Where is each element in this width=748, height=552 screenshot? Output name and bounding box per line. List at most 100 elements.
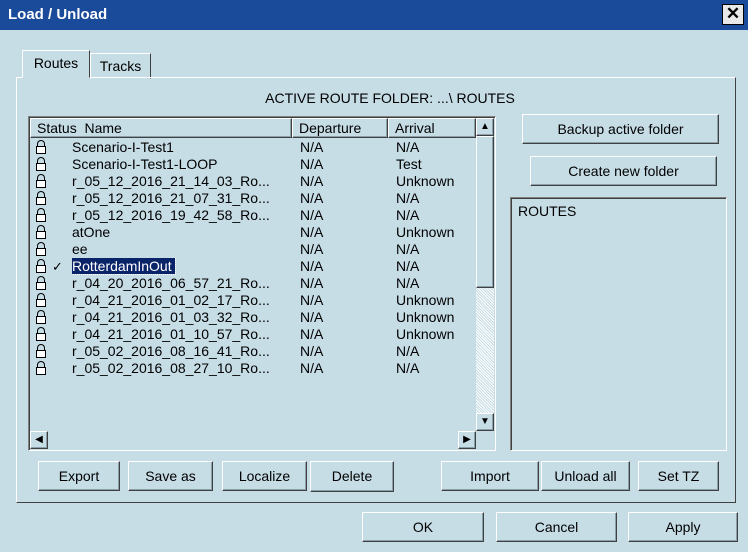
scroll-thumb[interactable] <box>476 136 494 288</box>
lock-icon <box>36 344 46 358</box>
lock-icon <box>36 225 46 239</box>
route-name: Scenario-I-Test1-LOOP <box>72 156 218 172</box>
route-departure: N/A <box>300 156 324 172</box>
route-arrival: N/A <box>396 360 420 376</box>
route-arrival: Unknown <box>396 326 455 342</box>
vertical-scrollbar[interactable]: ▲ ▼ <box>476 118 494 431</box>
route-departure: N/A <box>300 326 324 342</box>
route-name: r_05_12_2016_21_07_31_Ro... <box>72 190 270 206</box>
route-departure: N/A <box>300 258 324 274</box>
route-name: Scenario-I-Test1 <box>72 139 174 155</box>
save-as-button[interactable]: Save as <box>128 461 213 491</box>
folder-item-routes[interactable]: ROUTES <box>518 203 576 219</box>
column-header-departure[interactable]: Departure <box>292 118 388 138</box>
horizontal-scroll-track[interactable] <box>48 431 458 449</box>
create-folder-button[interactable]: Create new folder <box>530 156 717 186</box>
lock-icon <box>36 259 46 273</box>
table-row[interactable]: r_05_02_2016_08_27_10_Ro... N/A N/A <box>30 360 476 377</box>
table-row[interactable]: r_05_12_2016_19_42_58_Ro... N/A N/A <box>30 207 476 224</box>
arrow-up-icon: ▲ <box>480 121 490 132</box>
route-name: r_05_12_2016_21_14_03_Ro... <box>72 173 270 189</box>
localize-button[interactable]: Localize <box>222 461 307 491</box>
table-row[interactable]: Scenario-I-Test1-LOOP N/A Test <box>30 156 476 173</box>
cancel-button[interactable]: Cancel <box>496 512 617 542</box>
window-title: Load / Unload <box>8 6 108 23</box>
scroll-left-button[interactable]: ◀ <box>30 431 48 449</box>
column-name-label: Name <box>84 120 122 136</box>
arrow-left-icon: ◀ <box>35 434 43 445</box>
route-arrival: N/A <box>396 275 420 291</box>
horizontal-scrollbar[interactable]: ◀ ▶ <box>30 431 476 449</box>
export-button[interactable]: Export <box>38 461 120 491</box>
import-button[interactable]: Import <box>441 461 539 491</box>
table-row[interactable]: r_04_21_2016_01_03_32_Ro... N/A Unknown <box>30 309 476 326</box>
route-name: atOne <box>72 224 111 240</box>
column-departure-label: Departure <box>299 120 362 136</box>
route-name: r_04_21_2016_01_02_17_Ro... <box>72 292 270 308</box>
route-arrival: N/A <box>396 343 420 359</box>
route-arrival: N/A <box>396 190 420 206</box>
tab-tracks-label: Tracks <box>99 58 142 74</box>
table-row[interactable]: ee N/A N/A <box>30 241 476 258</box>
arrow-down-icon: ▼ <box>480 416 490 427</box>
route-name: r_05_02_2016_08_27_10_Ro... <box>72 360 270 376</box>
route-departure: N/A <box>300 139 324 155</box>
route-departure: N/A <box>300 343 324 359</box>
checkmark-icon[interactable]: ✓ <box>52 258 63 275</box>
route-arrival: Unknown <box>396 224 455 240</box>
route-departure: N/A <box>300 173 324 189</box>
title-bar: Load / Unload <box>0 0 748 30</box>
tab-tracks[interactable]: Tracks <box>90 53 151 79</box>
route-arrival: Unknown <box>396 309 455 325</box>
route-arrival: N/A <box>396 258 420 274</box>
ok-button[interactable]: OK <box>362 512 484 542</box>
set-tz-button[interactable]: Set TZ <box>638 461 719 491</box>
lock-icon <box>36 310 46 324</box>
import-label: Import <box>470 468 510 484</box>
scroll-right-button[interactable]: ▶ <box>458 431 476 449</box>
tab-routes[interactable]: Routes <box>22 50 90 78</box>
table-row[interactable]: r_05_12_2016_21_07_31_Ro... N/A N/A <box>30 190 476 207</box>
table-row[interactable]: atOne N/A Unknown <box>30 224 476 241</box>
column-header-name[interactable]: Status Name <box>30 118 292 138</box>
table-row[interactable]: r_04_20_2016_06_57_21_Ro... N/A N/A <box>30 275 476 292</box>
lock-icon <box>36 208 46 222</box>
active-folder-label: ACTIVE ROUTE FOLDER: ...\ ROUTES <box>265 90 515 106</box>
backup-folder-button[interactable]: Backup active folder <box>522 114 719 144</box>
route-departure: N/A <box>300 207 324 223</box>
unload-all-button[interactable]: Unload all <box>541 461 630 491</box>
tab-routes-label: Routes <box>33 55 79 71</box>
route-departure: N/A <box>300 360 324 376</box>
column-status-label: Status <box>37 120 77 136</box>
lock-icon <box>36 157 46 171</box>
route-departure: N/A <box>300 224 324 240</box>
folder-list[interactable] <box>510 197 727 451</box>
lock-icon <box>36 293 46 307</box>
apply-button[interactable]: Apply <box>628 512 738 542</box>
lock-icon <box>36 327 46 341</box>
route-arrival: Unknown <box>396 292 455 308</box>
close-icon: ✕ <box>725 4 741 23</box>
lock-icon <box>36 242 46 256</box>
table-row[interactable]: r_04_21_2016_01_10_57_Ro... N/A Unknown <box>30 326 476 343</box>
scrollbar-corner <box>476 431 494 449</box>
scroll-down-button[interactable]: ▼ <box>476 413 494 431</box>
lock-icon <box>36 174 46 188</box>
route-departure: N/A <box>300 241 324 257</box>
table-row[interactable]: r_05_12_2016_21_14_03_Ro... N/A Unknown <box>30 173 476 190</box>
route-name: r_04_21_2016_01_03_32_Ro... <box>72 309 270 325</box>
column-header-arrival[interactable]: Arrival <box>388 118 476 138</box>
route-arrival: Test <box>396 156 422 172</box>
route-name: r_04_20_2016_06_57_21_Ro... <box>72 275 270 291</box>
close-button[interactable]: ✕ <box>722 4 744 25</box>
table-row[interactable]: r_04_21_2016_01_02_17_Ro... N/A Unknown <box>30 292 476 309</box>
delete-label: Delete <box>331 468 373 484</box>
backup-folder-label: Backup active folder <box>557 121 684 137</box>
set-tz-label: Set TZ <box>657 468 700 484</box>
table-row[interactable]: Scenario-I-Test1 N/A N/A <box>30 139 476 156</box>
scroll-up-button[interactable]: ▲ <box>476 118 494 136</box>
table-row[interactable]: r_05_02_2016_08_16_41_Ro... N/A N/A <box>30 343 476 360</box>
delete-button[interactable]: Delete <box>310 461 394 492</box>
route-name: ee <box>72 241 88 257</box>
table-row[interactable]: ✓ RotterdamInOut N/A N/A <box>30 258 476 275</box>
